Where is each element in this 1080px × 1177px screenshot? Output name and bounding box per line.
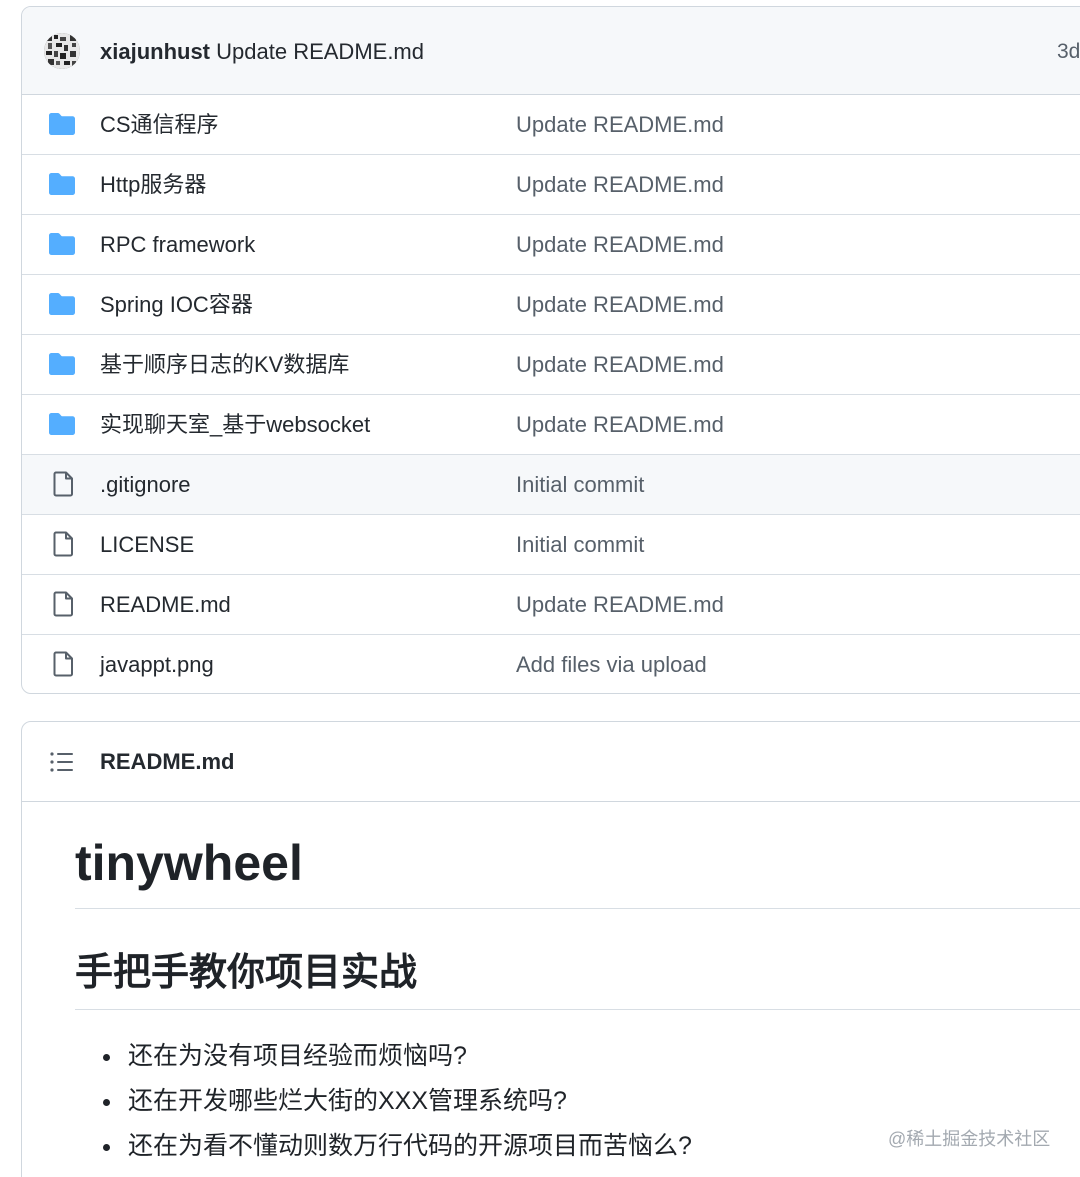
file-icon [50, 591, 78, 617]
readme-box: README.md tinywheel 手把手教你项目实战 还在为没有项目经验而… [21, 721, 1080, 1177]
commit-author-link[interactable]: xiajunhust [100, 39, 210, 64]
commit-age: 3d [1057, 40, 1080, 63]
bullet-dot [103, 1099, 110, 1106]
commit-message-link[interactable]: Update README.md [216, 39, 424, 64]
file-name-link[interactable]: README.md [100, 591, 231, 619]
list-item: 还在开发哪些烂大街的XXX管理系统吗? [103, 1079, 692, 1124]
file-row[interactable]: RPC framework Update README.md [22, 215, 1080, 275]
file-name-link[interactable]: RPC framework [100, 231, 255, 259]
folder-icon [48, 412, 76, 438]
readme-body: tinywheel 手把手教你项目实战 还在为没有项目经验而烦恼吗? 还在开发哪… [75, 802, 1080, 1160]
file-row[interactable]: Spring IOC容器 Update README.md [22, 275, 1080, 335]
file-commit-message-link[interactable]: Update README.md [516, 591, 724, 619]
list-item: 还在为看不懂动则数万行代码的开源项目而苦恼么? [103, 1124, 692, 1169]
file-name-link[interactable]: .gitignore [100, 471, 191, 499]
list-item-text: 还在为看不懂动则数万行代码的开源项目而苦恼么? [128, 1132, 692, 1160]
list-item: 还在为没有项目经验而烦恼吗? [103, 1034, 692, 1079]
file-row[interactable]: LICENSE Initial commit [22, 515, 1080, 575]
latest-commit-text: xiajunhust Update README.md [100, 38, 424, 66]
file-name-link[interactable]: CS通信程序 [100, 111, 219, 139]
author-avatar[interactable] [44, 33, 80, 69]
file-name-link[interactable]: javappt.png [100, 651, 214, 679]
file-row[interactable]: Http服务器 Update README.md [22, 155, 1080, 215]
latest-commit-header: xiajunhust Update README.md 3d [22, 7, 1080, 95]
bullet-dot [103, 1054, 110, 1061]
file-icon [50, 471, 78, 497]
page: xiajunhust Update README.md 3d CS通信程序 Upd… [0, 0, 1080, 1177]
file-commit-message-link[interactable]: Initial commit [516, 531, 644, 559]
bullet-dot [103, 1144, 110, 1151]
file-icon [50, 651, 78, 677]
file-list-box: xiajunhust Update README.md 3d CS通信程序 Upd… [21, 6, 1080, 694]
readme-bullet-list: 还在为没有项目经验而烦恼吗? 还在开发哪些烂大街的XXX管理系统吗? 还在为看不… [103, 1034, 692, 1169]
file-icon [50, 531, 78, 557]
file-row[interactable]: .gitignore Initial commit [22, 455, 1080, 515]
file-commit-message-link[interactable]: Initial commit [516, 471, 644, 499]
file-commit-message-link[interactable]: Update README.md [516, 351, 724, 379]
file-name-link[interactable]: Http服务器 [100, 171, 206, 199]
file-row[interactable]: javappt.png Add files via upload [22, 635, 1080, 693]
folder-icon [48, 352, 76, 378]
readme-filename[interactable]: README.md [100, 748, 234, 776]
file-row[interactable]: CS通信程序 Update README.md [22, 95, 1080, 155]
file-name-link[interactable]: 基于顺序日志的KV数据库 [100, 351, 349, 379]
file-row[interactable]: 基于顺序日志的KV数据库 Update README.md [22, 335, 1080, 395]
list-item-text: 还在为没有项目经验而烦恼吗? [128, 1042, 467, 1070]
file-name-link[interactable]: Spring IOC容器 [100, 291, 253, 319]
file-commit-message-link[interactable]: Update README.md [516, 171, 724, 199]
file-commit-message-link[interactable]: Update README.md [516, 111, 724, 139]
file-row[interactable]: README.md Update README.md [22, 575, 1080, 635]
folder-icon [48, 292, 76, 318]
folder-icon [48, 172, 76, 198]
list-item-text: 还在开发哪些烂大街的XXX管理系统吗? [128, 1087, 567, 1115]
folder-icon [48, 112, 76, 138]
readme-heading-2: 手把手教你项目实战 [75, 909, 1080, 1010]
file-name-link[interactable]: LICENSE [100, 531, 194, 559]
folder-icon [48, 232, 76, 258]
file-rows: CS通信程序 Update README.md Http服务器 Update READ… [22, 95, 1080, 693]
file-name-link[interactable]: 实现聊天室_基于websocket [100, 411, 370, 439]
readme-header: README.md [22, 722, 1080, 802]
readme-heading-1: tinywheel [75, 802, 1080, 909]
file-commit-message-link[interactable]: Update README.md [516, 291, 724, 319]
file-commit-message-link[interactable]: Add files via upload [516, 651, 707, 679]
file-commit-message-link[interactable]: Update README.md [516, 231, 724, 259]
list-unordered-icon[interactable] [50, 751, 74, 773]
file-commit-message-link[interactable]: Update README.md [516, 411, 724, 439]
file-row[interactable]: 实现聊天室_基于websocket Update README.md [22, 395, 1080, 455]
watermark: @稀土掘金技术社区 [888, 1129, 1051, 1149]
